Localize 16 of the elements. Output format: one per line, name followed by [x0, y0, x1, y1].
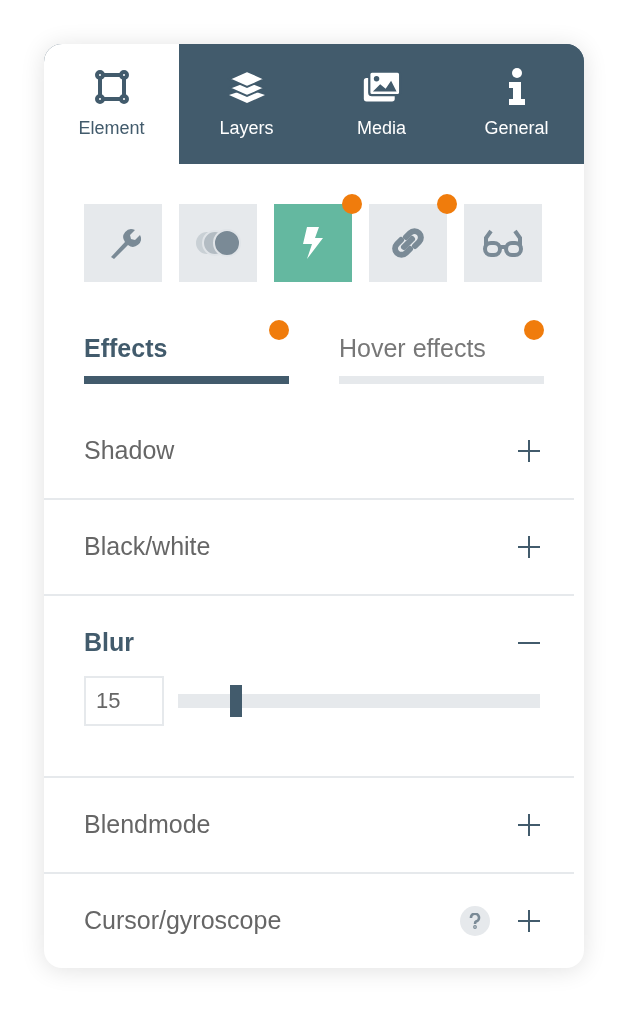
- value-field[interactable]: 15: [84, 675, 164, 726]
- tool-button[interactable]: [179, 204, 257, 282]
- tool-button[interactable]: [464, 204, 542, 282]
- section-title: Black/white: [84, 530, 212, 562]
- tool-button[interactable]: [84, 204, 162, 282]
- slider-thumb[interactable]: [229, 684, 242, 717]
- circles-icon: [193, 227, 243, 259]
- help-icon[interactable]: [460, 905, 490, 936]
- tab[interactable]: Element: [44, 44, 179, 164]
- section-title: Blur: [84, 626, 135, 658]
- section-title: Cursor/gyroscope: [84, 904, 283, 936]
- tool-button[interactable]: [369, 204, 447, 282]
- section-title: Blendmode: [84, 808, 212, 840]
- lightning-icon: [301, 225, 325, 261]
- section-title: Shadow: [84, 434, 176, 466]
- glasses-icon: [482, 228, 524, 258]
